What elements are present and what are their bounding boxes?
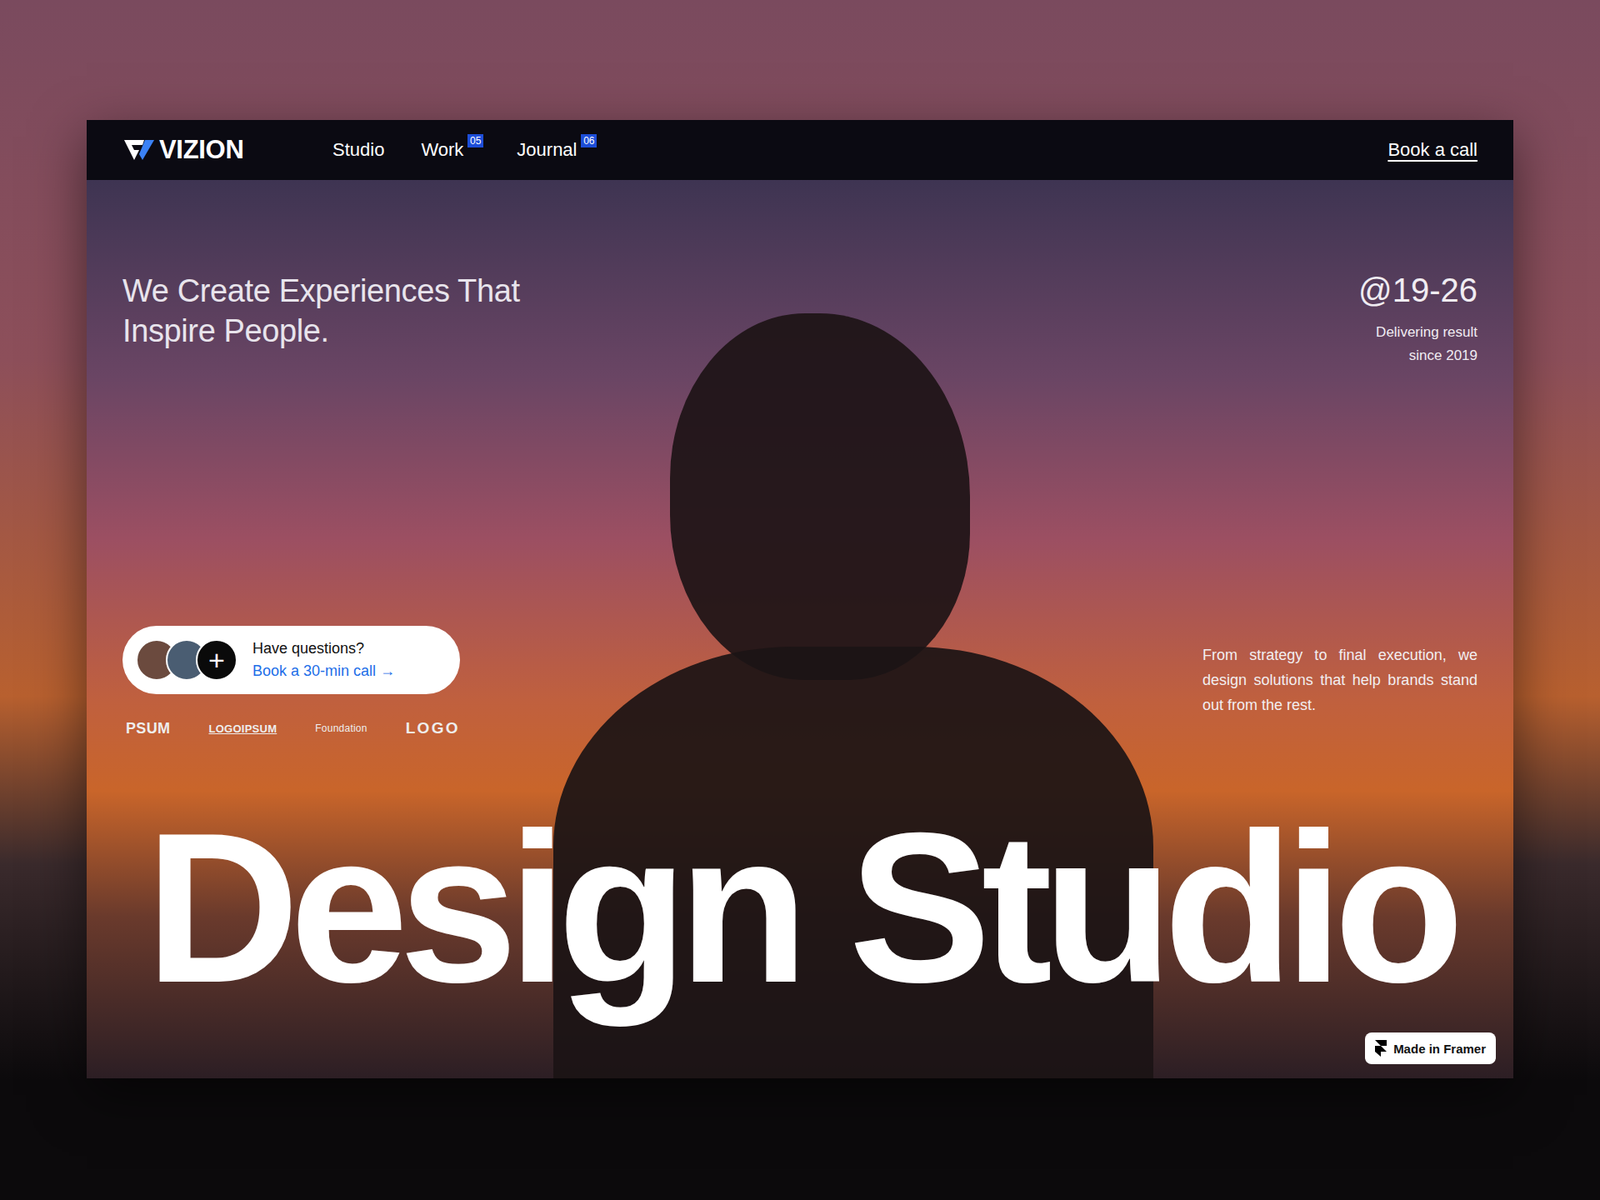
book-30-min-link[interactable]: Book a 30-min call → xyxy=(252,662,395,680)
since-text: since 2019 xyxy=(1358,344,1478,368)
contact-pill[interactable]: + Have questions? Book a 30-min call → xyxy=(122,625,460,695)
logo[interactable]: VIZION xyxy=(122,135,333,165)
hero: We Create Experiences That Inspire Peopl… xyxy=(86,180,1514,1079)
client-logo: Foundation xyxy=(315,722,367,735)
client-logo: LOGOIPSUM xyxy=(208,722,277,735)
page: VIZION Studio Work 05 Journal 06 Book a c… xyxy=(0,0,1600,1200)
logo-icon xyxy=(122,137,156,163)
nav-link[interactable]: Journal 06 xyxy=(516,139,594,161)
client-logo: PSUM xyxy=(125,720,170,738)
made-in-framer-badge[interactable]: Made in Framer xyxy=(1365,1032,1496,1065)
nav-links: Studio Work 05 Journal 06 xyxy=(332,139,1388,161)
arrow-icon: → xyxy=(380,662,395,680)
nav-link[interactable]: Work 05 xyxy=(420,139,480,161)
client-logo: LOGO xyxy=(405,719,460,738)
navbar: VIZION Studio Work 05 Journal 06 Book a c… xyxy=(86,120,1514,180)
years: @19-26 xyxy=(1358,271,1478,310)
book-call-link[interactable]: Book a call xyxy=(1387,139,1478,161)
description: From strategy to final execution, we des… xyxy=(1202,643,1478,718)
since-text: Delivering result xyxy=(1358,320,1478,345)
question-text: Have questions? xyxy=(252,640,395,658)
nav-link[interactable]: Studio xyxy=(332,139,385,161)
client-logos: PSUM LOGOIPSUM Foundation LOGO xyxy=(122,719,460,738)
nav-count-badge: 05 xyxy=(467,134,484,148)
hero-title: Design Studio xyxy=(122,795,1478,1020)
website-frame: VIZION Studio Work 05 Journal 06 Book a c… xyxy=(86,120,1514,1079)
framer-icon xyxy=(1375,1040,1387,1057)
nav-count-badge: 06 xyxy=(580,134,597,148)
headline: We Create Experiences That Inspire Peopl… xyxy=(122,271,556,351)
years-info: @19-26 Delivering resultsince 2019 xyxy=(1358,271,1478,368)
avatars: + xyxy=(135,639,238,681)
plus-icon: + xyxy=(195,639,238,681)
